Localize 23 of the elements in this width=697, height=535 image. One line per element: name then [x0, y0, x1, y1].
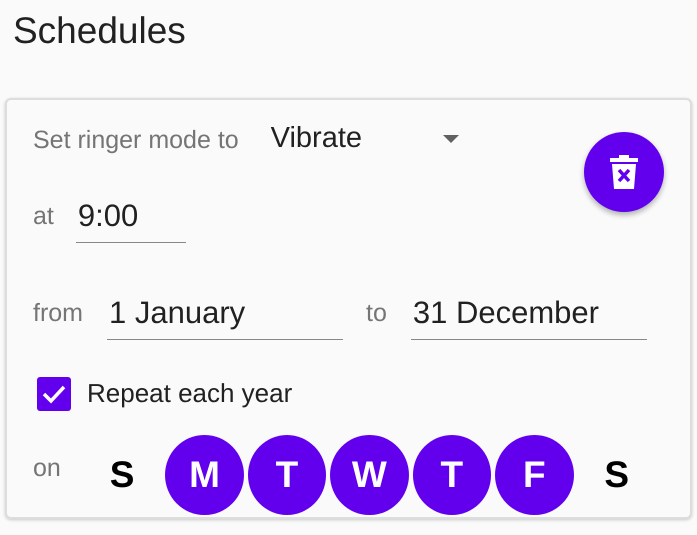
day-toggle[interactable]: F — [495, 434, 574, 515]
days-label: on — [33, 454, 61, 484]
day-toggle[interactable]: T — [248, 434, 326, 515]
time-label: at — [33, 202, 54, 232]
to-date-field[interactable]: 31 December — [410, 294, 647, 340]
checkmark-icon — [42, 384, 66, 404]
to-label: to — [366, 298, 387, 329]
from-label: from — [33, 298, 83, 329]
page-title: Schedules — [13, 9, 187, 53]
mode-label: Set ringer mode to — [33, 126, 239, 156]
time-field[interactable]: 9:00 — [76, 198, 186, 244]
day-toggle[interactable]: S — [82, 434, 162, 515]
from-date-field[interactable]: 1 January — [107, 294, 343, 340]
day-toggle[interactable]: S — [578, 434, 656, 515]
mode-dropdown[interactable]: Vibrate — [270, 122, 461, 168]
day-toggle[interactable]: T — [412, 434, 492, 515]
trash-icon — [609, 154, 639, 190]
checkbox[interactable] — [37, 376, 71, 411]
caret-icon — [440, 132, 461, 145]
day-toggle[interactable]: M — [165, 434, 244, 515]
delete-button[interactable] — [584, 132, 664, 212]
day-toggle[interactable]: W — [330, 434, 409, 515]
repeat-label: Repeat each year — [87, 378, 292, 410]
